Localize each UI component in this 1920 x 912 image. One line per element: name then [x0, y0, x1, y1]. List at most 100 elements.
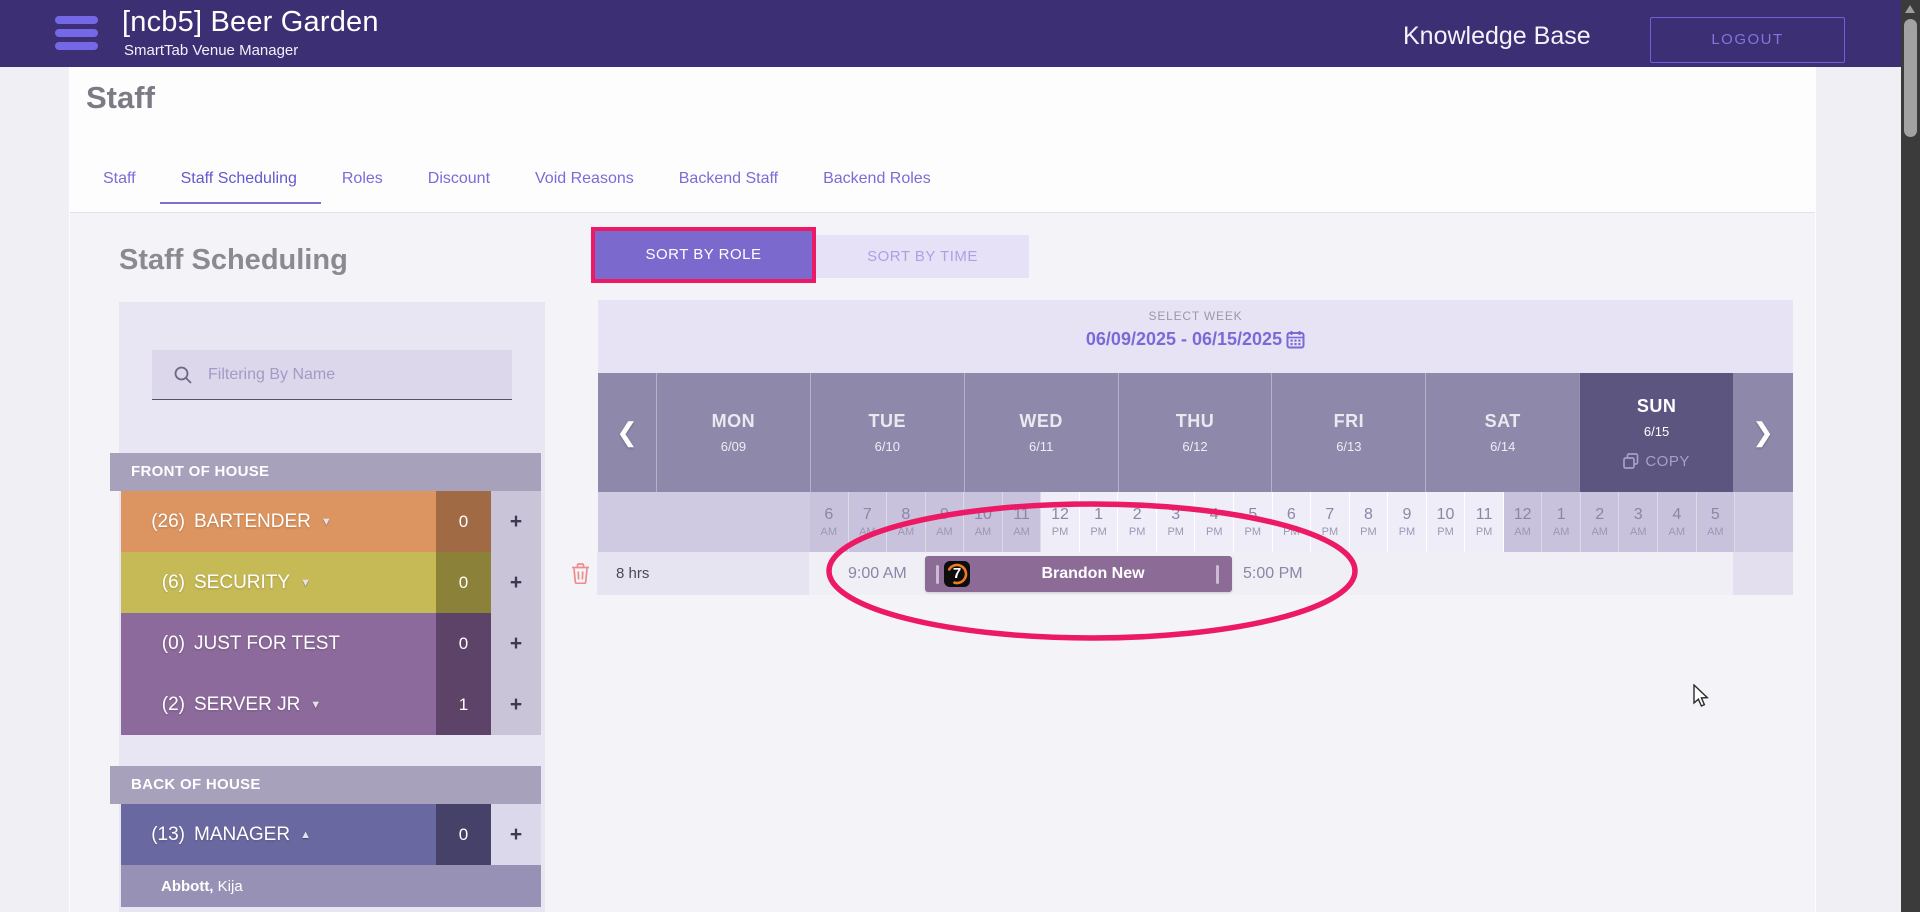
knowledge-base-link[interactable]: Knowledge Base [1403, 22, 1591, 51]
time-slot-8-am: 8 AM [887, 492, 926, 552]
shift-duration: 8 hrs [597, 552, 809, 595]
role-scheduled-count: 0 [436, 552, 491, 613]
day-cell-thu[interactable]: THU 6/12 [1117, 373, 1272, 492]
day-cell-wed[interactable]: WED 6/11 [963, 373, 1118, 492]
tab-backend-staff[interactable]: Backend Staff [679, 170, 778, 202]
tab-backend-roles[interactable]: Backend Roles [823, 170, 931, 202]
time-slot-12-am: 12 AM [1503, 492, 1543, 552]
role-row-server-jr[interactable]: (2) SERVER JR ▼ 1 + [121, 674, 541, 735]
sort-by-time-button[interactable]: SORT BY TIME [816, 235, 1029, 278]
day-label: MON [711, 411, 756, 431]
add-shift-button-security[interactable]: + [491, 552, 541, 613]
tab-discount[interactable]: Discount [428, 170, 490, 202]
calendar-icon[interactable] [1286, 330, 1305, 349]
time-header-trailer [1735, 492, 1793, 552]
time-slot-1-pm: 1 PM [1079, 492, 1119, 552]
shift-resize-handle-left[interactable] [936, 564, 939, 584]
time-slot-7-am: 7 AM [848, 492, 888, 552]
day-date: 6/09 [720, 439, 747, 454]
sort-by-role-button[interactable]: SORT BY ROLE [595, 231, 812, 279]
previous-week-chevron[interactable]: ❮ [598, 373, 656, 492]
top-bar: [ncb5] Beer Garden SmartTab Venue Manage… [0, 0, 1902, 67]
chevron-up-icon[interactable]: ▲ [300, 829, 311, 841]
role-label: (2) SERVER JR ▼ [121, 674, 436, 735]
logout-button[interactable]: LOGOUT [1650, 17, 1845, 63]
time-cells: 6 AM 7 AM 8 AM 9 AM 10 AM 11 AM 12 PM 1 PM 2 PM 3 PM 4 PM 5 PM 6… [810, 492, 1736, 552]
tab-staff-scheduling[interactable]: Staff Scheduling [159, 170, 321, 204]
time-slot-2-am: 2 AM [1580, 492, 1620, 552]
day-cell-mon[interactable]: MON 6/09 [656, 373, 810, 492]
page-scrollbar[interactable] [1901, 0, 1920, 912]
role-row-just-for-test[interactable]: (0) JUST FOR TEST 0 + [121, 613, 541, 674]
search-input[interactable] [208, 365, 488, 384]
time-slot-5-pm: 5 PM [1234, 492, 1273, 552]
day-label: TUE [868, 411, 907, 431]
sort-by-role-highlight: SORT BY ROLE [591, 227, 816, 283]
staff-filter-box [152, 350, 512, 400]
hamburger-menu-icon[interactable] [55, 16, 98, 50]
shift-resize-handle-right[interactable] [1216, 564, 1219, 584]
time-slot-12-pm: 12 PM [1041, 492, 1080, 552]
staff-scheduling-page: [ncb5] Beer Garden SmartTab Venue Manage… [0, 0, 1920, 912]
staff-row-abbott-kija[interactable]: Abbott, Kija [121, 865, 541, 907]
day-cell-fri[interactable]: FRI 6/13 [1271, 373, 1426, 492]
section-header-front-of-house: FRONT OF HOUSE [110, 453, 541, 491]
shift-bar[interactable]: 7 Brandon New [925, 556, 1232, 592]
section-header-back-of-house: BACK OF HOUSE [110, 766, 541, 804]
day-label: FRI [1333, 411, 1365, 431]
shift-row-trailer [1733, 552, 1793, 595]
time-slot-11-am: 11 AM [1002, 492, 1042, 552]
select-week-label: SELECT WEEK [1148, 309, 1243, 323]
next-week-chevron[interactable]: ❯ [1733, 373, 1793, 492]
day-cell-sat[interactable]: SAT 6/14 [1425, 373, 1580, 492]
shift-start-time: 9:00 AM [848, 565, 907, 582]
day-label: SAT [1484, 411, 1521, 431]
chevron-down-icon[interactable]: ▼ [300, 577, 311, 589]
add-shift-button-just-for-test[interactable]: + [491, 613, 541, 674]
scrollbar-thumb[interactable] [1904, 19, 1917, 137]
role-row-bartender[interactable]: (26) BARTENDER ▼ 0 + [121, 491, 541, 552]
time-header-spacer [598, 492, 810, 552]
day-date: 6/10 [874, 439, 900, 454]
page-title: Staff [86, 80, 155, 115]
scrollbar-up-arrow[interactable] [1905, 5, 1915, 13]
tab-void-reasons[interactable]: Void Reasons [535, 170, 634, 202]
role-scheduled-count: 0 [436, 491, 491, 552]
sidebar-heading: Staff Scheduling [119, 244, 348, 276]
add-shift-button-bartender[interactable]: + [491, 491, 541, 552]
time-slot-1-am: 1 AM [1542, 492, 1581, 552]
week-range-button[interactable]: 06/09/2025 - 06/15/2025 [1086, 329, 1305, 350]
delete-shift-icon[interactable] [571, 563, 590, 589]
chevron-down-icon[interactable]: ▼ [321, 516, 332, 528]
time-slot-6-pm: 6 PM [1272, 492, 1312, 552]
day-cell-sun[interactable]: SUN 6/15 COPY [1579, 373, 1734, 492]
role-scheduled-count: 0 [436, 804, 491, 865]
role-row-manager[interactable]: (13) MANAGER ▲ 0 + [121, 804, 541, 865]
copy-icon [1623, 452, 1639, 469]
time-slot-3-am: 3 AM [1619, 492, 1659, 552]
time-slot-2-pm: 2 PM [1118, 492, 1157, 552]
role-label: (13) MANAGER ▲ [121, 804, 436, 865]
day-cell-tue[interactable]: TUE 6/10 [809, 373, 964, 492]
day-date: 6/13 [1336, 439, 1362, 454]
role-label: (26) BARTENDER ▼ [121, 491, 436, 552]
search-icon [174, 366, 192, 384]
add-shift-button-manager[interactable]: + [491, 804, 541, 865]
shift-row: 8 hrs 9:00 AM 7 Brandon New 5:00 PM [572, 552, 1793, 595]
role-row-security[interactable]: (6) SECURITY ▼ 0 + [121, 552, 541, 613]
copy-day-button[interactable]: COPY [1623, 453, 1690, 470]
add-shift-button-server-jr[interactable]: + [491, 674, 541, 735]
time-slot-9-am: 9 AM [925, 492, 965, 552]
time-slot-5-am: 5 AM [1696, 492, 1736, 552]
role-label: (6) SECURITY ▼ [121, 552, 436, 613]
time-slot-4-am: 4 AM [1658, 492, 1697, 552]
time-slot-6-am: 6 AM [810, 492, 849, 552]
time-slot-11-pm: 11 PM [1465, 492, 1504, 552]
tab-roles[interactable]: Roles [342, 170, 383, 202]
time-slot-4-pm: 4 PM [1195, 492, 1235, 552]
day-date: 6/11 [1028, 439, 1054, 454]
time-slot-10-am: 10 AM [964, 492, 1003, 552]
tab-staff[interactable]: Staff [103, 170, 136, 202]
chevron-down-icon[interactable]: ▼ [310, 699, 321, 711]
